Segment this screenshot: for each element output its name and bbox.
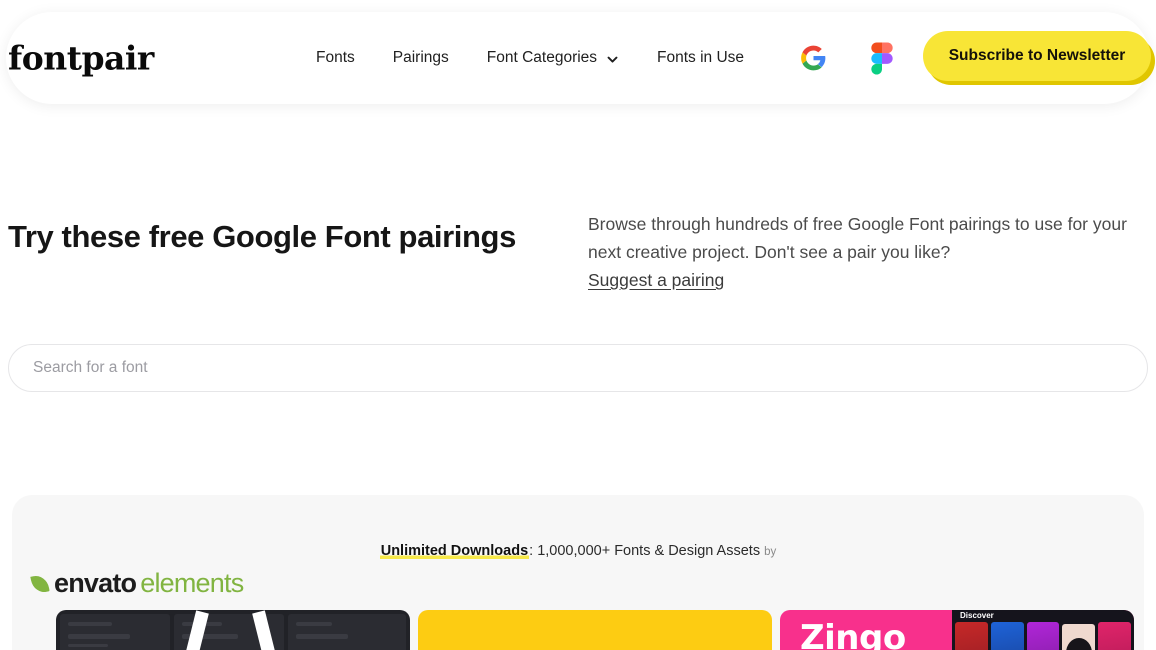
subscribe-to-newsletter-button[interactable]: Subscribe to Newsletter xyxy=(923,31,1151,81)
nav-item-pairings[interactable]: Pairings xyxy=(393,41,449,75)
nav-label: Font Categories xyxy=(486,49,598,66)
nav-item-fonts-in-use[interactable]: Fonts in Use xyxy=(657,41,744,75)
header-icon-group xyxy=(799,42,896,74)
nav-label: Fonts in Use xyxy=(657,49,745,66)
phone-mockup-strip: Discover xyxy=(952,610,1134,650)
hero-section: Try these free Google Font pairings Brow… xyxy=(8,210,1148,294)
v-logo-mark xyxy=(174,612,294,650)
google-icon[interactable] xyxy=(799,44,828,73)
thumbnail xyxy=(990,622,1024,650)
search-bar xyxy=(8,344,1148,392)
zingo-title: Zingo xyxy=(800,618,906,650)
promo-headline-rest: : 1,000,000+ Fonts & Design Assets xyxy=(529,543,761,559)
search-input[interactable] xyxy=(8,344,1148,392)
thumbnail xyxy=(1098,622,1131,650)
main-navigation: Fonts Pairings Font Categories Fonts in … xyxy=(316,41,744,75)
nav-item-fonts[interactable]: Fonts xyxy=(316,41,355,75)
site-header: fontpair Fonts Pairings Font Categories … xyxy=(0,12,1156,104)
nav-label: Pairings xyxy=(392,49,449,66)
envato-wordmark: envato xyxy=(54,568,137,598)
nav-item-font-categories[interactable]: Font Categories xyxy=(487,41,619,75)
elements-wordmark: elements xyxy=(140,568,244,598)
promo-headline-strong[interactable]: Unlimited Downloads xyxy=(379,543,530,559)
suggest-a-pairing-link[interactable]: Suggest a pairing xyxy=(588,270,724,290)
thumbnail xyxy=(955,622,988,650)
page-title: Try these free Google Font pairings xyxy=(8,219,516,254)
figma-icon[interactable] xyxy=(867,42,896,74)
subscribe-button-wrapper: Subscribe to Newsletter xyxy=(923,31,1155,85)
thumbnail xyxy=(1026,622,1060,650)
zingo-card[interactable]: Zingo Discover xyxy=(780,610,1134,650)
promo-headline: Unlimited Downloads: 1,000,000+ Fonts & … xyxy=(12,543,1144,559)
chevron-down-icon xyxy=(606,53,619,66)
leaf-icon xyxy=(30,573,50,594)
hero-description: Browse through hundreds of free Google F… xyxy=(578,210,1138,294)
header-bar: fontpair Fonts Pairings Font Categories … xyxy=(6,12,1155,104)
promo-headline-by: by xyxy=(764,546,777,558)
discover-label: Discover xyxy=(960,611,994,620)
dark-dashboard-card[interactable] xyxy=(56,610,410,650)
envato-elements-logo[interactable]: envato elements xyxy=(30,568,244,598)
hero-description-text: Browse through hundreds of free Google F… xyxy=(588,214,1127,262)
yellow-card[interactable] xyxy=(418,610,772,650)
site-logo[interactable]: fontpair xyxy=(8,42,154,75)
promo-card-list: Zingo Discover xyxy=(56,610,1140,650)
nav-label: Fonts xyxy=(316,49,355,66)
thumbnail xyxy=(1062,624,1096,650)
